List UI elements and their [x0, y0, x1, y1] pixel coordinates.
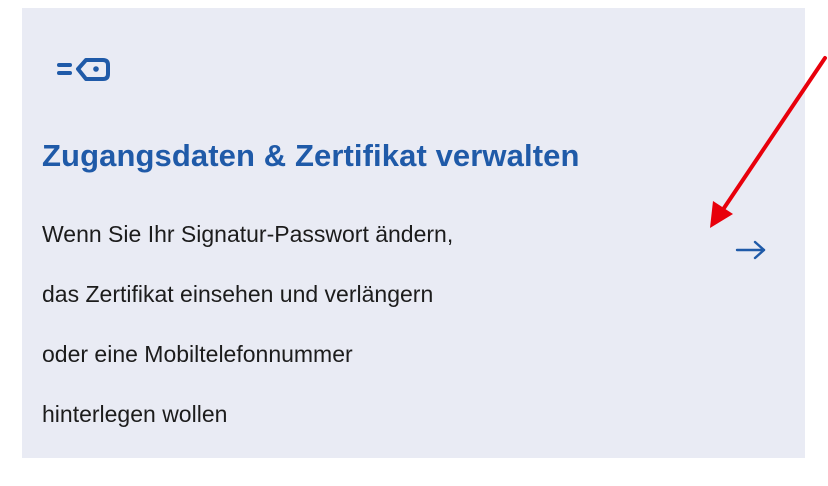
key-credential-icon [57, 58, 110, 81]
page: Zugangsdaten & Zertifikat verwalten Wenn… [0, 0, 828, 486]
card-title: Zugangsdaten & Zertifikat verwalten [42, 138, 580, 173]
description-line: Wenn Sie Ihr Signatur-Passwort ändern, [42, 221, 454, 247]
description-line: das Zertifikat einsehen und verlängern [42, 281, 434, 307]
arrow-right-icon[interactable] [735, 239, 767, 261]
description-line: hinterlegen wollen [42, 401, 228, 427]
card-description: Wenn Sie Ihr Signatur-Passwort ändern, d… [42, 204, 662, 444]
description-line: oder eine Mobiltelefonnummer [42, 341, 353, 367]
credentials-certificate-card[interactable]: Zugangsdaten & Zertifikat verwalten Wenn… [22, 8, 805, 458]
